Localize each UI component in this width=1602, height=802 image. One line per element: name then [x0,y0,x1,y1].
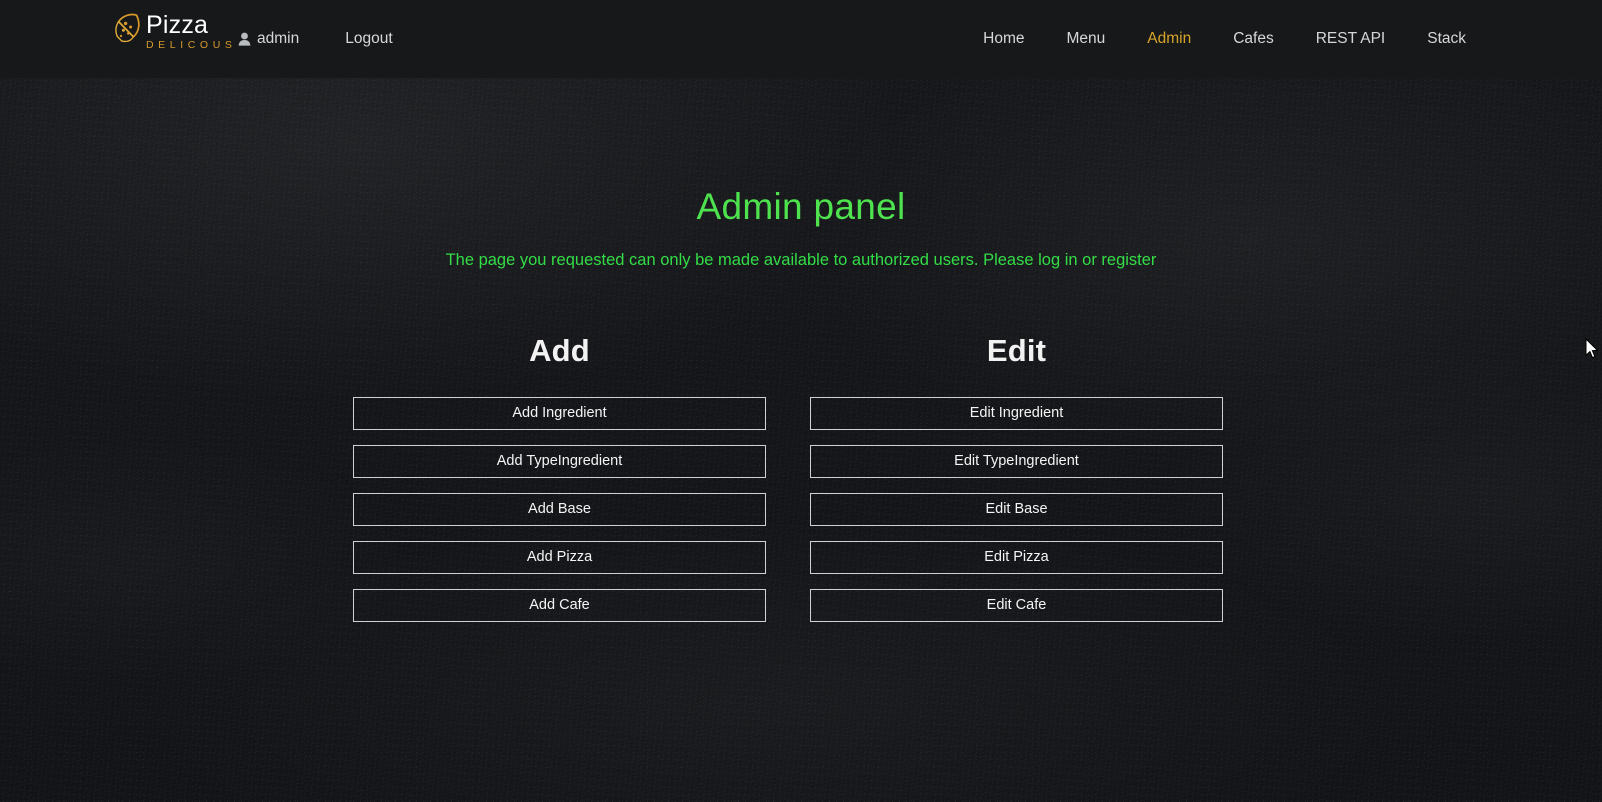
nav-item-logout[interactable]: Logout [345,30,392,48]
edit-base-button[interactable]: Edit Base [810,493,1223,526]
main-content: Admin panel The page you requested can o… [0,78,1602,653]
nav-item-admin-user-label: admin [257,30,300,47]
add-panel-heading: Add [529,333,590,368]
nav-item-rest-api-label: REST API [1315,30,1386,47]
brand-logo[interactable]: Pizza DELICOUS [113,12,236,52]
edit-panel-list: Edit Ingredient Edit TypeIngredient Edit… [810,397,1223,622]
brand-name: Pizza [146,11,209,39]
page-subtitle: The page you requested can only be made … [445,251,1157,269]
edit-pizza-button[interactable]: Edit Pizza [810,541,1223,574]
nav-item-cafes-label: Cafes [1233,30,1274,47]
add-cafe-button[interactable]: Add Cafe [353,589,766,622]
nav-item-menu-label: Menu [1066,30,1106,47]
navbar-right-links: Home Menu Admin Cafes REST API Stack [983,0,1466,78]
edit-ingredient-button[interactable]: Edit Ingredient [810,397,1223,430]
list-item: Edit Cafe [810,589,1223,622]
pizza-slice-icon [113,12,143,46]
edit-cafe-button[interactable]: Edit Cafe [810,589,1223,622]
edit-typeingredient-button[interactable]: Edit TypeIngredient [810,445,1223,478]
nav-item-admin-label: Admin [1147,30,1192,47]
add-pizza-button[interactable]: Add Pizza [353,541,766,574]
brand-tagline: DELICOUS [146,39,237,51]
navbar-left-links: admin Logout [238,0,439,78]
nav-item-admin[interactable]: Admin [1147,30,1191,48]
list-item: Edit Ingredient [810,397,1223,430]
nav-item-home[interactable]: Home [983,30,1024,48]
add-base-button[interactable]: Add Base [353,493,766,526]
user-icon [238,32,251,46]
add-panel-list: Add Ingredient Add TypeIngredient Add Ba… [353,397,766,622]
nav-item-logout-label: Logout [345,30,393,47]
nav-item-menu[interactable]: Menu [1067,30,1106,48]
edit-panel: Edit Edit Ingredient Edit TypeIngredient… [810,333,1223,622]
nav-item-rest-api[interactable]: REST API [1316,30,1386,48]
admin-panels: Add Add Ingredient Add TypeIngredient Ad… [0,333,1602,653]
nav-item-stack[interactable]: Stack [1427,30,1466,48]
list-item: Add Cafe [353,589,766,622]
list-item: Add Base [353,493,766,526]
list-item: Add TypeIngredient [353,445,766,478]
nav-item-home-label: Home [983,30,1025,47]
add-panel: Add Add Ingredient Add TypeIngredient Ad… [353,333,766,622]
add-typeingredient-button[interactable]: Add TypeIngredient [353,445,766,478]
nav-item-stack-label: Stack [1427,30,1466,47]
nav-item-admin-user[interactable]: admin [238,30,299,48]
page-title: Admin panel [696,186,906,227]
list-item: Add Ingredient [353,397,766,430]
list-item: Edit TypeIngredient [810,445,1223,478]
add-ingredient-button[interactable]: Add Ingredient [353,397,766,430]
list-item: Add Pizza [353,541,766,574]
edit-panel-heading: Edit [986,333,1047,368]
nav-item-cafes[interactable]: Cafes [1233,30,1274,48]
top-navbar: Pizza DELICOUS admin Logout Home Menu Ad… [0,0,1602,78]
list-item: Edit Base [810,493,1223,526]
list-item: Edit Pizza [810,541,1223,574]
